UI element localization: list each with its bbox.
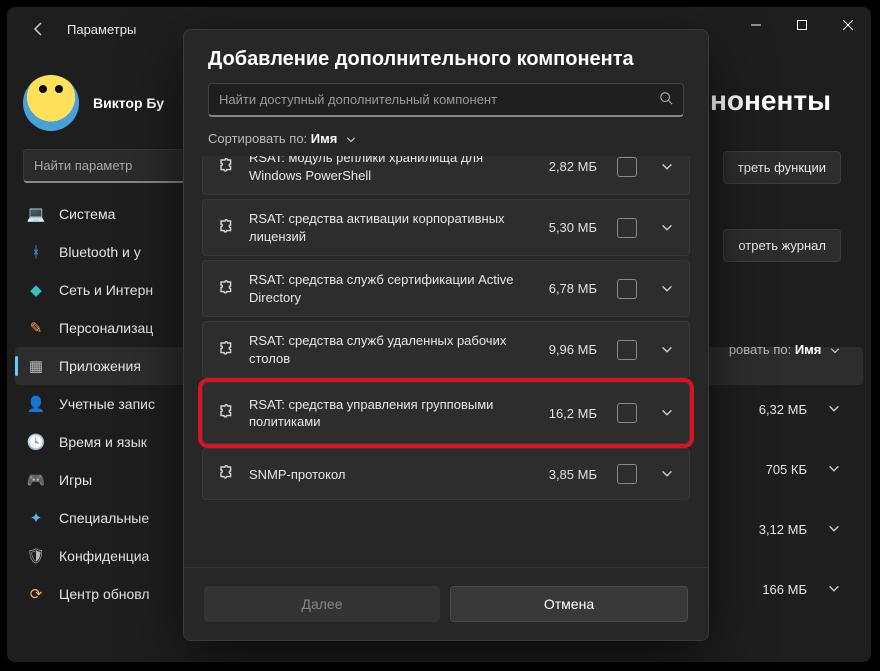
chevron-down-icon: [660, 467, 674, 481]
expand-button[interactable]: [657, 282, 677, 296]
feature-search-input[interactable]: Найти доступный дополнительный компонент: [208, 83, 684, 117]
dialog-title: Добавление дополнительного компонента: [184, 30, 708, 83]
puzzle-icon: [215, 217, 237, 239]
feature-checkbox[interactable]: [617, 464, 637, 484]
feature-size: 3,85 МБ: [533, 467, 597, 482]
feature-size: 5,30 МБ: [533, 220, 597, 235]
dialog-sort[interactable]: Сортировать по: Имя: [184, 131, 708, 156]
installed-feature-row[interactable]: 6,32 МБ: [701, 387, 841, 431]
feature-size: 16,2 МБ: [533, 406, 597, 421]
sidebar-icon: ✦: [27, 509, 45, 527]
page-title: ноненты: [710, 85, 831, 117]
settings-window: Параметры Виктор Бу Найти параметр 💻 Сист…: [7, 7, 871, 662]
sidebar-icon: ▦: [27, 357, 45, 375]
puzzle-icon: [215, 278, 237, 300]
installed-feature-row[interactable]: 166 МБ: [701, 567, 841, 611]
feature-name: RSAT: средства служб сертификации Active…: [249, 271, 521, 306]
sidebar-item-label: Сеть и Интерн: [59, 282, 153, 298]
dialog-actions: Далее Отмена: [184, 567, 708, 640]
sidebar-icon: ⟳: [27, 585, 45, 603]
sidebar-icon: ✎: [27, 319, 45, 337]
maximize-button[interactable]: [779, 7, 825, 43]
puzzle-icon: [215, 156, 237, 178]
feature-name: SNMP-протокол: [249, 466, 521, 484]
expand-button[interactable]: [657, 221, 677, 235]
feature-name: RSAT: средства управления групповыми пол…: [249, 396, 521, 431]
expand-button[interactable]: [657, 467, 677, 481]
sidebar-item-label: Bluetooth и у: [59, 244, 141, 260]
puzzle-icon: [215, 463, 237, 485]
chevron-down-icon: [827, 402, 841, 416]
view-functions-button[interactable]: треть функции: [723, 151, 841, 184]
sidebar-icon: 💻: [27, 205, 45, 223]
chevron-down-icon: [660, 221, 674, 235]
sidebar-item-label: Игры: [59, 472, 92, 488]
chevron-down-icon: [660, 160, 674, 174]
sidebar-item-label: Приложения: [59, 358, 141, 374]
view-journal-button[interactable]: отреть журнал: [723, 229, 841, 262]
puzzle-icon: [215, 339, 237, 361]
feature-row[interactable]: RSAT: средства активации корпоративных л…: [202, 199, 690, 256]
feature-checkbox[interactable]: [617, 340, 637, 360]
chevron-down-icon: [660, 282, 674, 296]
sidebar-item-label: Персонализац: [59, 320, 153, 336]
sidebar-item-label: Система: [59, 206, 115, 222]
sidebar-icon: 🛡: [27, 547, 45, 565]
sidebar-item-label: Учетные запис: [59, 396, 155, 412]
minimize-button[interactable]: [733, 7, 779, 43]
expand-button[interactable]: [657, 160, 677, 174]
sidebar-icon: 🕓: [27, 433, 45, 451]
sidebar-icon: ◆: [27, 281, 45, 299]
feature-row[interactable]: RSAT: средства управления групповыми пол…: [202, 382, 690, 444]
feature-size: 166 МБ: [762, 582, 807, 597]
sidebar-item-label: Центр обновл: [59, 586, 150, 602]
chevron-down-icon: [660, 343, 674, 357]
installed-feature-row[interactable]: 705 КБ: [701, 447, 841, 491]
feature-name: RSAT: средства служб удаленных рабочих с…: [249, 332, 521, 367]
sidebar-icon: 🎮: [27, 471, 45, 489]
feature-row[interactable]: SNMP-протокол 3,85 МБ: [202, 448, 690, 500]
dialog-search-placeholder: Найти доступный дополнительный компонент: [219, 92, 497, 107]
chevron-down-icon: [660, 406, 674, 420]
expand-button[interactable]: [657, 406, 677, 420]
puzzle-icon: [215, 402, 237, 424]
sidebar-item-label: Конфиденциа: [59, 548, 149, 564]
search-icon: [659, 91, 673, 108]
feature-checkbox[interactable]: [617, 403, 637, 423]
add-feature-dialog: Добавление дополнительного компонента На…: [183, 29, 709, 641]
feature-row[interactable]: RSAT: средства служб удаленных рабочих с…: [202, 321, 690, 378]
search-placeholder: Найти параметр: [34, 158, 132, 173]
feature-size: 6,32 МБ: [759, 402, 807, 417]
feature-size: 3,12 МБ: [759, 522, 807, 537]
feature-checkbox[interactable]: [617, 157, 637, 177]
chevron-down-icon: [827, 522, 841, 536]
feature-size: 9,96 МБ: [533, 342, 597, 357]
sidebar-item-label: Время и язык: [59, 434, 147, 450]
chevron-down-icon: [827, 462, 841, 476]
avatar: [23, 75, 79, 131]
profile-name: Виктор Бу: [93, 95, 164, 111]
sidebar-item-label: Специальные: [59, 510, 149, 526]
window-title: Параметры: [67, 22, 136, 37]
feature-checkbox[interactable]: [617, 279, 637, 299]
main-sort[interactable]: ровать по: Имя: [729, 342, 841, 357]
feature-name: RSAT: модуль реплики хранилища для Windo…: [249, 156, 521, 184]
feature-list: RSAT: модуль реплики хранилища для Windo…: [184, 156, 708, 567]
sidebar-icon: ᚼ: [27, 243, 45, 261]
feature-name: RSAT: средства активации корпоративных л…: [249, 210, 521, 245]
chevron-down-icon: [827, 582, 841, 596]
installed-feature-row[interactable]: 3,12 МБ: [701, 507, 841, 551]
feature-row[interactable]: RSAT: средства служб сертификации Active…: [202, 260, 690, 317]
expand-button[interactable]: [657, 343, 677, 357]
feature-checkbox[interactable]: [617, 218, 637, 238]
cancel-button[interactable]: Отмена: [450, 586, 688, 622]
feature-row[interactable]: RSAT: модуль реплики хранилища для Windo…: [202, 156, 690, 195]
next-button[interactable]: Далее: [204, 586, 440, 622]
feature-size: 6,78 МБ: [533, 281, 597, 296]
close-button[interactable]: [825, 7, 871, 43]
feature-size: 705 КБ: [766, 462, 807, 477]
sidebar-icon: 👤: [27, 395, 45, 413]
back-button[interactable]: [23, 13, 55, 45]
feature-size: 2,82 МБ: [533, 159, 597, 174]
